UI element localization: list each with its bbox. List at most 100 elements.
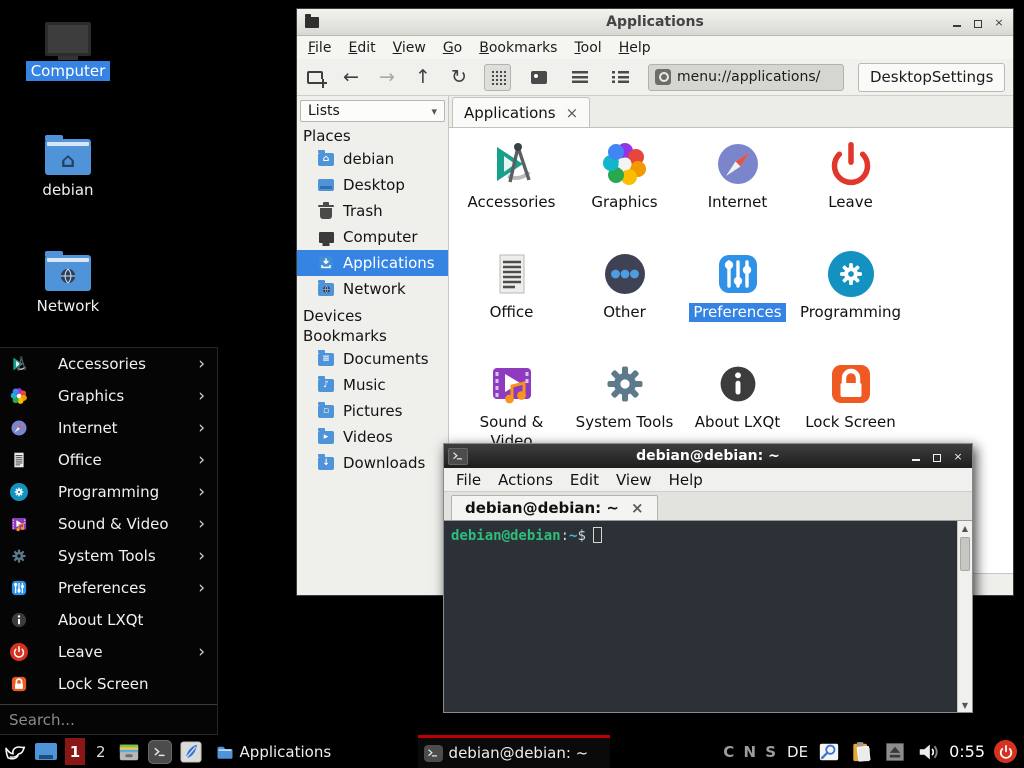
fm-menu-help[interactable]: Help <box>619 40 651 56</box>
sidebar-item-computer[interactable]: Computer <box>297 224 448 250</box>
fm-menu-tool[interactable]: Tool <box>574 40 601 56</box>
scrollbar-thumb[interactable] <box>960 537 970 571</box>
sidebar-item-desktop[interactable]: Desktop <box>297 172 448 198</box>
grid-item-leave[interactable]: Leave <box>798 133 904 243</box>
sidebar-item-trash[interactable]: Trash <box>297 198 448 224</box>
reload-button[interactable]: ↻ <box>448 68 470 87</box>
search-input[interactable] <box>9 711 208 729</box>
grid-item-internet[interactable]: Internet <box>685 133 791 243</box>
task-button-file-manager[interactable]: Applications <box>210 735 402 768</box>
tab-close-icon[interactable]: × <box>566 104 579 122</box>
grid-item-office[interactable]: Office <box>459 243 565 353</box>
terminal-scrollbar[interactable]: ▲ ▼ <box>957 521 972 712</box>
menu-item-preferences[interactable]: Preferences › <box>0 572 217 604</box>
workspace-1-button[interactable]: 1 <box>65 738 85 765</box>
term-menu-file[interactable]: File <box>456 471 481 489</box>
tab-close-icon[interactable]: × <box>631 499 644 517</box>
sidebar-item-network[interactable]: Network <box>297 276 448 302</box>
menu-item-sound-video[interactable]: Sound & Video › <box>0 508 217 540</box>
submenu-chevron-icon: › <box>198 578 205 598</box>
menu-item-leave[interactable]: Leave › <box>0 636 217 668</box>
file-manager-launcher[interactable] <box>117 740 141 764</box>
sidebar-item-downloads[interactable]: ↓ Downloads <box>297 450 448 476</box>
new-tab-button[interactable] <box>304 71 326 84</box>
scrollbar-track[interactable] <box>958 535 972 698</box>
fm-menu-edit[interactable]: Edit <box>348 40 375 56</box>
screenshot-tray-icon[interactable] <box>817 740 841 764</box>
menu-item-label: Internet <box>58 419 198 437</box>
terminal-titlebar[interactable]: debian@debian: ~ × <box>444 444 972 468</box>
clipboard-tray-icon[interactable] <box>850 740 874 764</box>
menu-item-internet[interactable]: Internet › <box>0 412 217 444</box>
clock[interactable]: 0:55 <box>949 742 985 761</box>
term-menu-view[interactable]: View <box>616 471 652 489</box>
detailed-view-button[interactable] <box>607 64 634 91</box>
menu-item-accessories[interactable]: Accessories › <box>0 348 217 380</box>
editor-launcher[interactable] <box>179 740 203 764</box>
sidebar-mode-selector[interactable]: Lists ▾ <box>300 100 445 122</box>
task-label: debian@debian: ~ <box>449 744 589 762</box>
show-desktop-button[interactable] <box>34 740 58 764</box>
shutdown-button[interactable] <box>994 740 1017 763</box>
desktop-icon-home[interactable]: ⌂ debian <box>20 139 116 200</box>
fm-menu-go[interactable]: Go <box>443 40 462 56</box>
term-menu-actions[interactable]: Actions <box>498 471 553 489</box>
grid-item-programming[interactable]: Programming <box>798 243 904 353</box>
desktop-icon <box>35 743 57 760</box>
scroll-down-icon[interactable]: ▼ <box>958 698 972 712</box>
forward-button[interactable]: → <box>376 68 398 87</box>
fm-titlebar[interactable]: Applications × <box>297 9 1013 36</box>
task-button-terminal[interactable]: debian@debian: ~ <box>418 735 610 768</box>
menu-item-office[interactable]: Office › <box>0 444 217 476</box>
desktop-icon-computer[interactable]: Computer <box>20 22 116 81</box>
volume-icon[interactable] <box>916 740 940 764</box>
fm-tab-applications[interactable]: Applications × <box>452 97 590 127</box>
path-bar[interactable]: menu://applications/ <box>648 64 844 91</box>
back-button[interactable]: ← <box>340 68 362 87</box>
sidebar-item-videos[interactable]: ▸ Videos <box>297 424 448 450</box>
eject-tray-icon[interactable] <box>883 740 907 764</box>
desktop-icon-network[interactable]: Network <box>20 255 116 316</box>
grid-item-other[interactable]: Other <box>572 243 678 353</box>
submenu-chevron-icon: › <box>198 546 205 566</box>
fm-menu-view[interactable]: View <box>393 40 426 56</box>
term-menu-help[interactable]: Help <box>669 471 703 489</box>
fm-menu-bookmarks[interactable]: Bookmarks <box>479 40 557 56</box>
terminal-tab[interactable]: debian@debian: ~ × <box>451 495 658 520</box>
terminal-launcher[interactable] <box>148 740 172 764</box>
desktop-settings-button[interactable]: DesktopSettings <box>858 63 1005 92</box>
chevron-down-icon: ▾ <box>431 105 437 118</box>
workspace-2-button[interactable]: 2 <box>92 743 110 761</box>
compact-view-button[interactable] <box>566 64 593 91</box>
main-menu-button[interactable] <box>3 740 27 764</box>
grid-item-accessories[interactable]: Accessories <box>459 133 565 243</box>
up-button[interactable]: ↑ <box>412 68 434 87</box>
menu-item-graphics[interactable]: Graphics › <box>0 380 217 412</box>
sidebar-item-documents[interactable]: ≡ Documents <box>297 346 448 372</box>
icon-view-button[interactable] <box>484 64 511 91</box>
sidebar-item-pictures[interactable]: ▫ Pictures <box>297 398 448 424</box>
fm-window-title: Applications <box>297 14 1013 30</box>
sidebar-item-music[interactable]: ♪ Music <box>297 372 448 398</box>
menu-item-label: About LXQt <box>58 611 205 629</box>
grid-item-preferences[interactable]: Preferences <box>685 243 791 353</box>
menu-item-lock-screen[interactable]: Lock Screen <box>0 668 217 700</box>
fm-menu-file[interactable]: File <box>308 40 331 56</box>
preferences-icon <box>714 250 762 298</box>
programming-icon <box>10 483 28 501</box>
fm-tabbar: Applications × <box>449 96 1013 128</box>
sidebar-item-home[interactable]: ⌂ debian <box>297 146 448 172</box>
internet-icon <box>10 419 28 437</box>
menu-item-programming[interactable]: Programming › <box>0 476 217 508</box>
term-menu-edit[interactable]: Edit <box>570 471 599 489</box>
terminal-screen[interactable]: debian@debian:~$ <box>444 521 957 712</box>
grid-item-graphics[interactable]: Graphics <box>572 133 678 243</box>
sidebar-item-applications[interactable]: Applications <box>297 250 448 276</box>
menu-item-about-lxqt[interactable]: About LXQt <box>0 604 217 636</box>
keyboard-layout[interactable]: DE <box>787 743 808 761</box>
thumbnail-view-button[interactable] <box>525 64 552 91</box>
scroll-up-icon[interactable]: ▲ <box>958 521 972 535</box>
submenu-chevron-icon: › <box>198 354 205 374</box>
menu-item-system-tools[interactable]: System Tools › <box>0 540 217 572</box>
keyboard-indicator[interactable]: C N S <box>723 743 778 761</box>
